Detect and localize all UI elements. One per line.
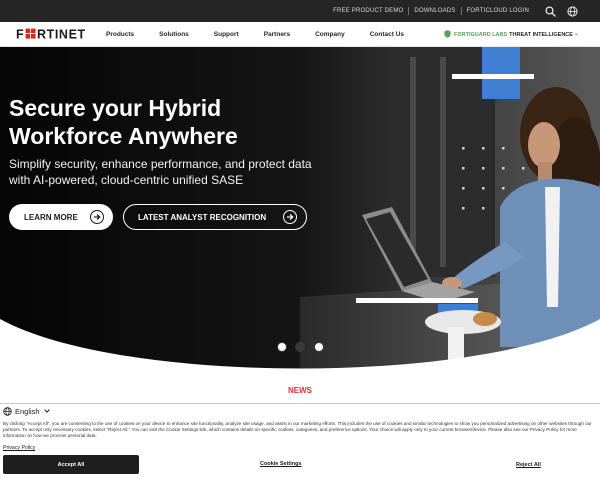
- nav-partners[interactable]: Partners: [264, 31, 290, 38]
- language-selector[interactable]: English: [3, 407, 50, 416]
- learn-more-button[interactable]: LEARN MORE: [9, 204, 113, 230]
- hero-title: Secure your Hybrid Workforce Anywhere: [9, 94, 309, 150]
- accept-all-button[interactable]: Accept All: [3, 455, 139, 474]
- carousel-dot-2[interactable]: [295, 342, 305, 352]
- fortinet-logo[interactable]: F RTINET: [16, 27, 92, 42]
- learn-more-label: LEARN MORE: [24, 212, 78, 222]
- privacy-policy-link[interactable]: Privacy Policy: [3, 445, 35, 451]
- nav-products[interactable]: Products: [106, 31, 134, 38]
- fortiguard-link[interactable]: FORTIGUARD LABS THREAT INTELLIGENCE »: [444, 30, 578, 40]
- hero-banner: Secure your Hybrid Workforce Anywhere Si…: [0, 47, 600, 373]
- svg-text:F: F: [16, 28, 24, 42]
- carousel-dot-3[interactable]: [314, 342, 324, 352]
- globe-icon: [3, 407, 12, 416]
- nav-support[interactable]: Support: [214, 31, 239, 38]
- svg-text:RTINET: RTINET: [37, 28, 86, 42]
- free-product-demo-link[interactable]: FREE PRODUCT DEMO: [328, 8, 408, 14]
- utility-bar: FREE PRODUCT DEMO DOWNLOADS FORTICLOUD L…: [0, 0, 600, 22]
- nav-solutions[interactable]: Solutions: [159, 31, 189, 38]
- carousel-dot-1[interactable]: [277, 342, 287, 352]
- hero-subtitle: Simplify security, enhance performance, …: [9, 157, 339, 188]
- arrow-right-icon: [90, 210, 104, 224]
- hero-title-line1: Secure your Hybrid: [9, 95, 222, 121]
- nav-links: Products Solutions Support Partners Comp…: [106, 31, 429, 38]
- search-icon[interactable]: [544, 5, 556, 17]
- fortiguard-labs-label: FORTIGUARD LABS: [454, 32, 508, 38]
- analyst-recognition-label: LATEST ANALYST RECOGNITION: [138, 212, 267, 222]
- forticloud-login-link[interactable]: FORTICLOUD LOGIN: [462, 8, 534, 14]
- carousel-indicators: [0, 342, 600, 354]
- nav-company[interactable]: Company: [315, 31, 345, 38]
- language-label: English: [15, 407, 40, 416]
- chevron-down-icon: [43, 408, 50, 415]
- news-heading: NEWS: [288, 386, 312, 395]
- cookie-consent-text: By clicking "Accept All", you are consen…: [3, 421, 592, 439]
- shield-icon: [444, 30, 451, 40]
- nav-contact-us[interactable]: Contact Us: [370, 31, 404, 38]
- reject-all-button[interactable]: Reject All: [516, 462, 541, 468]
- downloads-link[interactable]: DOWNLOADS: [409, 8, 460, 14]
- hero-subtitle-line2: with AI-powered, cloud-centric unified S…: [9, 172, 244, 187]
- cookie-banner: English By clicking "Accept All", you ar…: [0, 403, 600, 480]
- main-nav: F RTINET Products Solutions Support Part…: [0, 22, 600, 47]
- cookie-settings-button[interactable]: Cookie Settings: [260, 461, 302, 467]
- arrow-right-icon: [283, 210, 297, 224]
- hero-subtitle-line1: Simplify security, enhance performance, …: [9, 157, 312, 171]
- analyst-recognition-button[interactable]: LATEST ANALYST RECOGNITION: [123, 204, 307, 230]
- hero-title-line2: Workforce Anywhere: [9, 123, 238, 149]
- double-chevron-icon: »: [574, 32, 578, 38]
- globe-icon[interactable]: [566, 5, 578, 17]
- threat-intelligence-label: THREAT INTELLIGENCE: [509, 32, 573, 38]
